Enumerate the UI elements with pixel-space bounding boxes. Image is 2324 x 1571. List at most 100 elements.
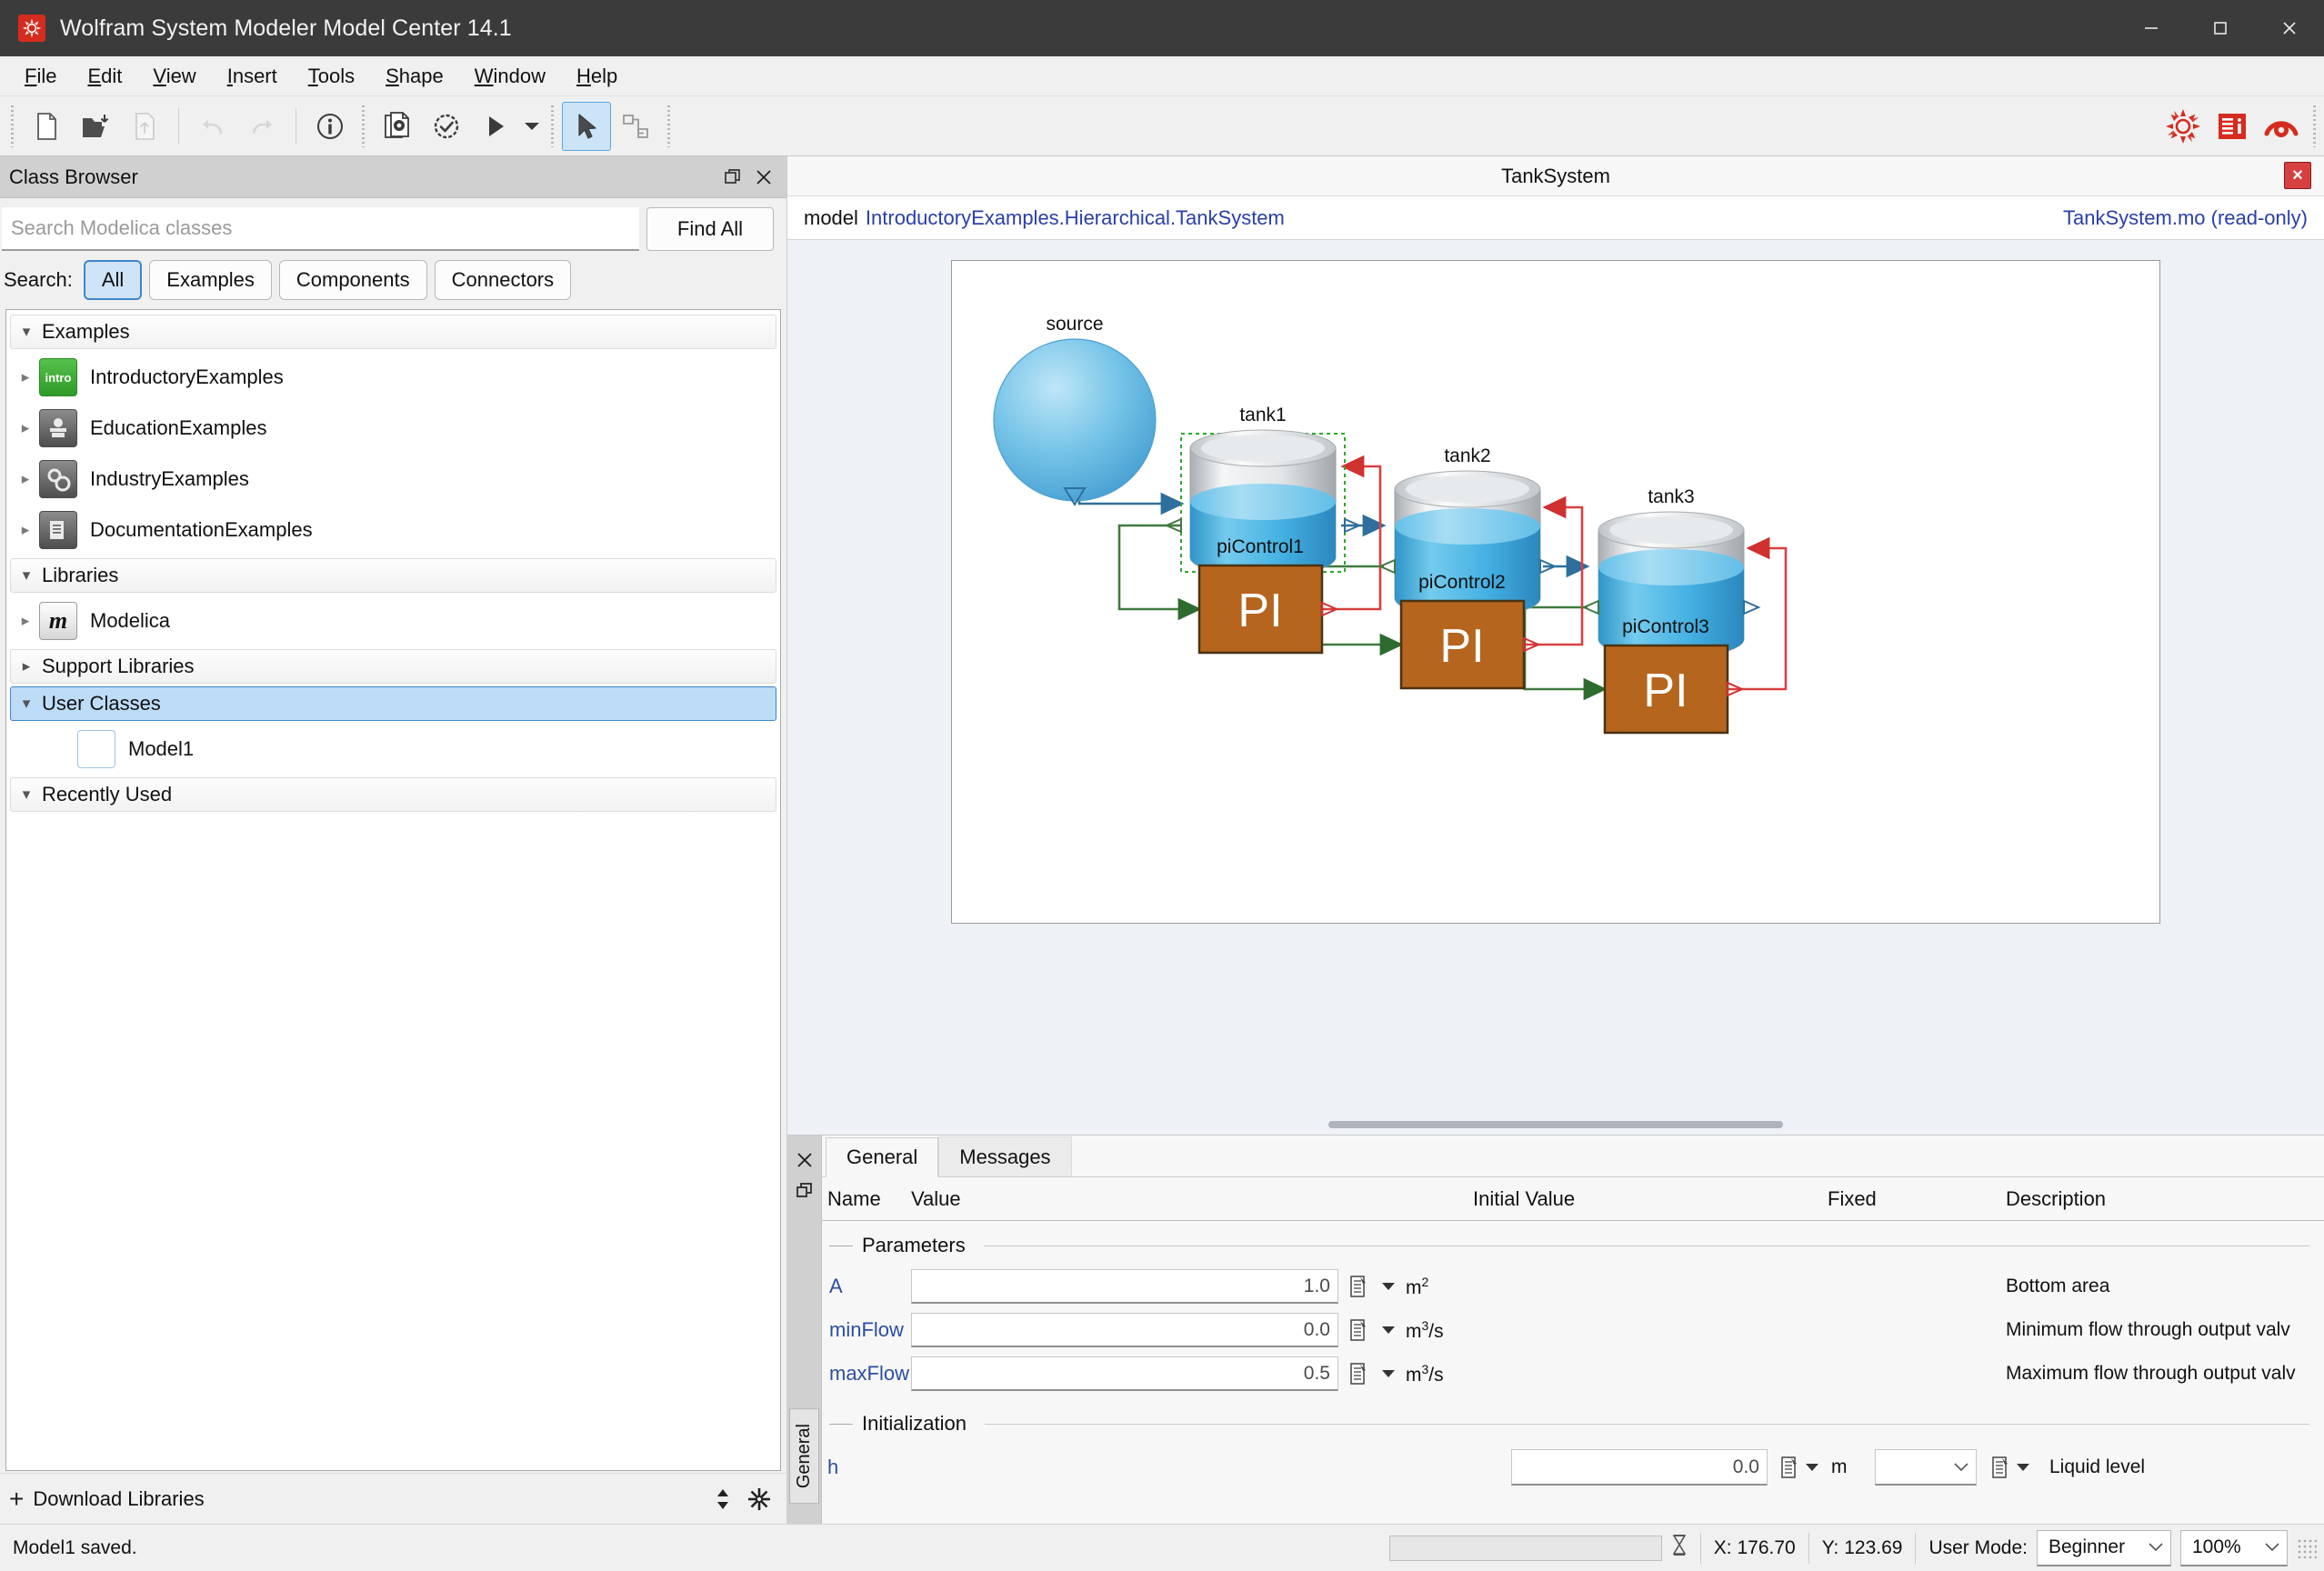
value-editor-icon[interactable] bbox=[1988, 1453, 2013, 1482]
float-params-icon[interactable] bbox=[791, 1176, 818, 1206]
tree-item-documentationexamples[interactable]: ▸ DocumentationExamples bbox=[6, 505, 780, 555]
zoom-level-select[interactable]: 100% bbox=[2180, 1529, 2288, 1566]
open-folder-icon[interactable] bbox=[71, 102, 120, 151]
library-settings-gear-icon[interactable] bbox=[741, 1481, 777, 1517]
resize-grip-icon[interactable] bbox=[2297, 1537, 2317, 1558]
menu-view[interactable]: View bbox=[137, 63, 211, 90]
menu-file[interactable]: File bbox=[9, 63, 72, 90]
toolbar-grip-2[interactable] bbox=[358, 105, 369, 147]
value-editor-icon[interactable] bbox=[1777, 1453, 1802, 1482]
value-input-maxflow[interactable] bbox=[911, 1356, 1338, 1391]
documentation-book-icon[interactable] bbox=[2208, 102, 2257, 151]
parameter-description: Liquid level bbox=[2049, 1456, 2146, 1477]
chevron-right-icon[interactable]: ▸ bbox=[12, 612, 39, 630]
simulate-document-icon[interactable] bbox=[373, 102, 422, 151]
dropdown-caret-icon[interactable] bbox=[2013, 1454, 2033, 1481]
tree-group-examples[interactable]: ▾ Examples bbox=[10, 315, 776, 349]
find-all-button[interactable]: Find All bbox=[646, 207, 774, 251]
tree-group-support-libraries[interactable]: ▸ Support Libraries bbox=[10, 649, 776, 684]
parameter-name[interactable]: maxFlow bbox=[827, 1362, 911, 1386]
maximize-button[interactable] bbox=[2186, 0, 2255, 56]
undo-icon[interactable] bbox=[188, 102, 237, 151]
class-tree[interactable]: ▾ Examples ▸ intro IntroductoryExamples … bbox=[5, 309, 781, 1471]
minimize-button[interactable] bbox=[2117, 0, 2186, 56]
fixed-select-h[interactable] bbox=[1875, 1449, 1977, 1486]
tab-general[interactable]: General bbox=[826, 1137, 939, 1177]
vertical-tab-general[interactable]: General bbox=[789, 1407, 819, 1504]
save-file-icon[interactable] bbox=[120, 102, 169, 151]
industry-library-icon bbox=[39, 460, 77, 498]
value-input-a[interactable] bbox=[911, 1269, 1338, 1304]
toolbar-grip-3[interactable] bbox=[547, 105, 558, 147]
run-dropdown-caret-icon[interactable] bbox=[520, 102, 544, 151]
dropdown-caret-icon[interactable] bbox=[1378, 1360, 1398, 1387]
scrollbar-thumb[interactable] bbox=[1328, 1121, 1783, 1128]
filter-chip-components[interactable]: Components bbox=[278, 260, 427, 300]
filter-chip-examples[interactable]: Examples bbox=[149, 260, 272, 300]
close-panel-icon[interactable] bbox=[748, 162, 779, 193]
sort-updown-icon[interactable] bbox=[705, 1481, 741, 1517]
close-params-icon[interactable] bbox=[791, 1145, 818, 1176]
tree-group-libraries[interactable]: ▾ Libraries bbox=[10, 558, 776, 593]
component-label-source: source bbox=[1046, 314, 1104, 335]
chevron-right-icon[interactable]: ▸ bbox=[12, 368, 39, 386]
chevron-right-icon[interactable]: ▸ bbox=[12, 419, 39, 437]
value-input-minflow[interactable] bbox=[911, 1313, 1338, 1347]
info-icon[interactable] bbox=[306, 102, 355, 151]
tree-item-industryexamples[interactable]: ▸ IndustryExamples bbox=[6, 454, 780, 505]
float-panel-icon[interactable] bbox=[717, 162, 748, 193]
download-libraries-button[interactable]: + Download Libraries bbox=[9, 1486, 205, 1512]
connect-tool-icon[interactable] bbox=[611, 102, 660, 151]
menu-tools[interactable]: Tools bbox=[293, 63, 370, 90]
tree-item-modelica[interactable]: ▸ m Modelica bbox=[6, 595, 780, 646]
value-editor-icon[interactable] bbox=[1346, 1272, 1371, 1301]
wolfram-spikey-icon[interactable] bbox=[2159, 102, 2208, 151]
tree-item-introductoryexamples[interactable]: ▸ intro IntroductoryExamples bbox=[6, 352, 780, 403]
check-model-icon[interactable] bbox=[422, 102, 471, 151]
filter-chip-connectors[interactable]: Connectors bbox=[434, 260, 572, 300]
tree-group-user-classes[interactable]: ▾ User Classes bbox=[10, 686, 776, 721]
parameter-name[interactable]: A bbox=[827, 1275, 911, 1298]
value-editor-icon[interactable] bbox=[1346, 1316, 1371, 1345]
toolbar-grip-4[interactable] bbox=[664, 105, 675, 147]
canvas-horizontal-scrollbar[interactable] bbox=[787, 1115, 2324, 1135]
close-button[interactable] bbox=[2255, 0, 2324, 56]
component-label-tank2: tank2 bbox=[1444, 445, 1491, 466]
search-input[interactable] bbox=[2, 207, 639, 251]
settings-arc-icon[interactable] bbox=[2257, 102, 2306, 151]
value-editor-icon[interactable] bbox=[1346, 1359, 1371, 1388]
dropdown-caret-icon[interactable] bbox=[1802, 1454, 1822, 1481]
tab-messages[interactable]: Messages bbox=[938, 1136, 1072, 1176]
menu-insert[interactable]: Insert bbox=[212, 63, 293, 90]
diagram-canvas[interactable]: PI PI PI source tank1 tank2 tank3 piCont… bbox=[951, 260, 2160, 924]
menu-shape[interactable]: Shape bbox=[370, 63, 459, 90]
menu-window[interactable]: Window bbox=[459, 63, 561, 90]
dropdown-caret-icon[interactable] bbox=[1378, 1273, 1398, 1300]
chevron-right-icon[interactable]: ▸ bbox=[12, 521, 39, 539]
tree-group-recently-used[interactable]: ▾ Recently Used bbox=[10, 777, 776, 812]
select-arrow-tool-icon[interactable] bbox=[562, 101, 611, 151]
tree-item-model1[interactable]: Model1 bbox=[6, 724, 780, 775]
model-class-path[interactable]: IntroductoryExamples.Hierarchical.TankSy… bbox=[866, 206, 1285, 230]
menu-help[interactable]: Help bbox=[561, 63, 633, 90]
user-mode-select[interactable]: Beginner bbox=[2037, 1529, 2171, 1566]
menu-edit[interactable]: Edit bbox=[72, 63, 137, 90]
run-simulation-icon[interactable] bbox=[471, 102, 520, 151]
cursor-x-coordinate: X: 176.70 bbox=[1713, 1536, 1796, 1558]
class-browser-footer: + Download Libraries bbox=[0, 1473, 786, 1524]
model-file-name[interactable]: TankSystem.mo (read-only) bbox=[2063, 206, 2308, 230]
tree-item-educationexamples[interactable]: ▸ EducationExamples bbox=[6, 403, 780, 454]
initial-value-input-h[interactable] bbox=[1511, 1449, 1768, 1486]
close-document-icon[interactable]: × bbox=[2284, 162, 2311, 189]
dropdown-caret-icon[interactable] bbox=[1378, 1316, 1398, 1344]
parameter-name[interactable]: h bbox=[827, 1456, 911, 1479]
parameter-description: Minimum flow through output valv bbox=[2006, 1319, 2290, 1340]
document-tab-title[interactable]: TankSystem bbox=[787, 165, 2324, 188]
chevron-right-icon[interactable]: ▸ bbox=[12, 470, 39, 488]
redo-icon[interactable] bbox=[237, 102, 286, 151]
toolbar-grip-5[interactable] bbox=[2309, 105, 2320, 147]
parameter-name[interactable]: minFlow bbox=[827, 1318, 911, 1342]
new-file-icon[interactable] bbox=[22, 102, 71, 151]
filter-chip-all[interactable]: All bbox=[83, 260, 143, 300]
toolbar-grip[interactable] bbox=[7, 105, 18, 147]
